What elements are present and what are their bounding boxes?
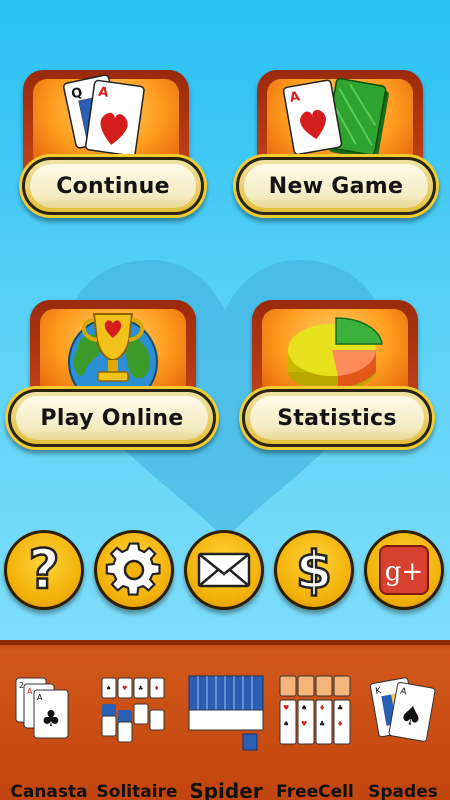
help-icon: ? bbox=[27, 537, 61, 603]
svg-text:♦: ♦ bbox=[319, 704, 325, 712]
svg-text:g+: g+ bbox=[385, 557, 423, 587]
spider-label: Spider bbox=[189, 779, 263, 800]
svg-text:♠: ♠ bbox=[106, 685, 111, 692]
spider-game-link[interactable]: Spider bbox=[183, 670, 269, 800]
svg-text:?: ? bbox=[28, 538, 59, 601]
statistics-button[interactable]: Statistics bbox=[242, 389, 432, 447]
solitaire-label: Solitaire bbox=[96, 782, 178, 800]
solitaire-game-link[interactable]: ♠ ♥ ♣ ♦ Solitaire bbox=[94, 670, 180, 800]
play-online-button[interactable]: Play Online bbox=[8, 389, 216, 447]
svg-text:♥: ♥ bbox=[283, 704, 289, 712]
svg-text:♣: ♣ bbox=[337, 704, 343, 712]
play-online-label: Play Online bbox=[40, 405, 184, 431]
google-plus-button[interactable]: g+ bbox=[364, 530, 444, 610]
mail-button[interactable] bbox=[184, 530, 264, 610]
help-button[interactable]: ? bbox=[4, 530, 84, 610]
mail-icon bbox=[197, 552, 251, 588]
spades-cards-icon: K A ♠ bbox=[369, 677, 436, 742]
canasta-cards-icon: 2 A A ♣ bbox=[15, 677, 69, 739]
other-games-bar: 2 A A ♣ Canasta ♠ ♥ ♣ ♦ Solitaire Spider… bbox=[0, 640, 450, 800]
svg-text:♦: ♦ bbox=[154, 685, 159, 692]
settings-gear-icon bbox=[105, 542, 161, 596]
continue-button[interactable]: Continue bbox=[22, 157, 204, 215]
svg-text:♣: ♣ bbox=[41, 707, 61, 732]
svg-text:♥: ♥ bbox=[122, 685, 127, 692]
svg-text:♦: ♦ bbox=[337, 720, 343, 728]
canasta-game-link[interactable]: 2 A A ♣ Canasta bbox=[6, 670, 92, 800]
new-game-button[interactable]: New Game bbox=[236, 157, 436, 215]
settings-button[interactable] bbox=[94, 530, 174, 610]
svg-text:♠: ♠ bbox=[301, 704, 307, 712]
svg-text:A: A bbox=[97, 85, 109, 101]
purchase-button[interactable]: $ bbox=[274, 530, 354, 610]
solitaire-layout-icon: ♠ ♥ ♣ ♦ bbox=[101, 677, 165, 743]
svg-text:A: A bbox=[37, 693, 43, 702]
dollar-icon: $ bbox=[295, 540, 334, 603]
svg-text:♥: ♥ bbox=[301, 720, 307, 728]
spades-game-link[interactable]: K A ♠ Spades bbox=[360, 670, 446, 800]
freecell-game-link[interactable]: ♥ ♠ ♦ ♣ ♠ ♥ ♣ ♦ FreeCell bbox=[272, 670, 358, 800]
svg-text:♣: ♣ bbox=[319, 720, 325, 728]
canasta-label: Canasta bbox=[10, 782, 88, 800]
google-plus-icon: g+ bbox=[379, 545, 429, 595]
freecell-label: FreeCell bbox=[276, 782, 354, 800]
svg-text:♠: ♠ bbox=[283, 720, 289, 728]
spades-label: Spades bbox=[368, 782, 438, 800]
main-menu-screen: Q A Continue A New Game Play Online Stat… bbox=[0, 0, 450, 800]
svg-text:♣: ♣ bbox=[138, 685, 143, 692]
continue-label: Continue bbox=[56, 173, 170, 199]
statistics-label: Statistics bbox=[277, 405, 397, 431]
new-game-label: New Game bbox=[268, 173, 404, 199]
svg-text:2: 2 bbox=[19, 681, 24, 690]
spider-layout-icon bbox=[188, 675, 264, 751]
freecell-layout-icon: ♥ ♠ ♦ ♣ ♠ ♥ ♣ ♦ bbox=[279, 675, 351, 745]
svg-text:$: $ bbox=[296, 541, 332, 601]
svg-text:A: A bbox=[27, 687, 33, 696]
